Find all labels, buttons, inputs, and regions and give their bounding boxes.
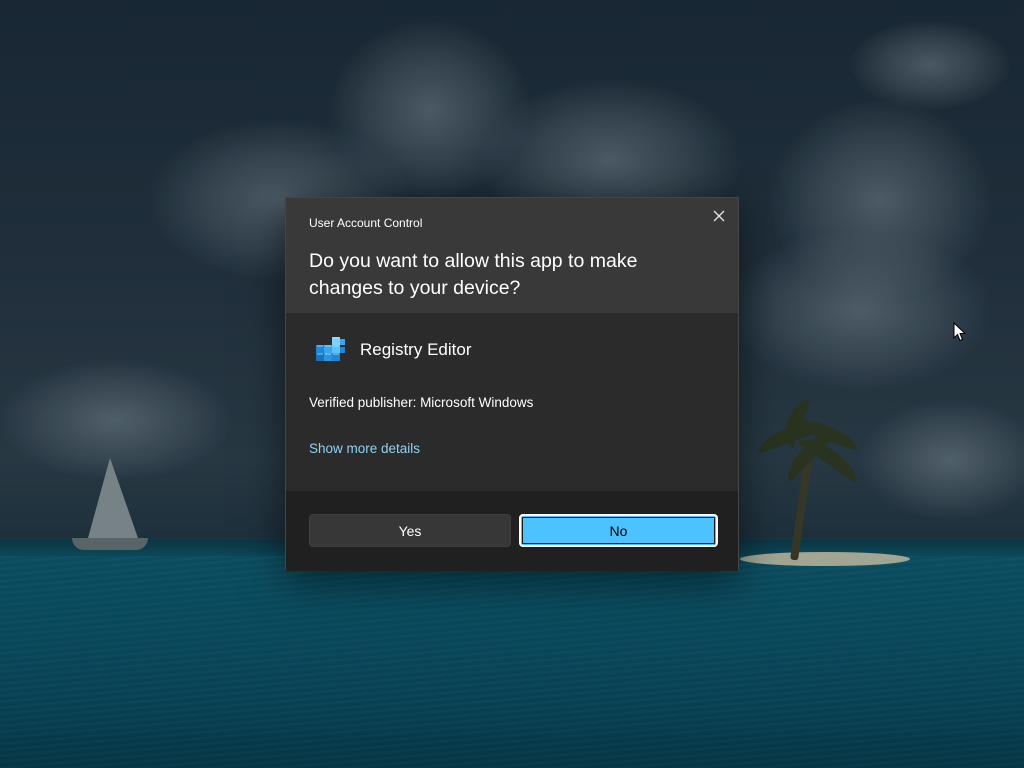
close-button[interactable] — [708, 205, 730, 227]
dialog-question: Do you want to allow this app to make ch… — [309, 250, 638, 299]
uac-dialog: User Account Control Do you want to allo… — [285, 197, 739, 571]
app-info-row: Registry Editor — [313, 333, 471, 367]
show-more-details-link[interactable]: Show more details — [309, 441, 420, 456]
dialog-footer: Yes No — [286, 491, 738, 571]
dialog-title: User Account Control — [309, 216, 423, 230]
close-icon — [713, 210, 725, 222]
mouse-cursor-icon — [953, 322, 967, 342]
dialog-header: User Account Control Do you want to allo… — [286, 198, 738, 313]
verified-publisher: Verified publisher: Microsoft Windows — [309, 395, 534, 410]
secure-desktop-background: User Account Control Do you want to allo… — [0, 0, 1024, 768]
no-button[interactable]: No — [519, 514, 718, 547]
dialog-body: Registry Editor Verified publisher: Micr… — [286, 313, 738, 491]
yes-button[interactable]: Yes — [309, 514, 511, 547]
registry-editor-icon — [316, 337, 345, 361]
app-name: Registry Editor — [360, 340, 472, 359]
